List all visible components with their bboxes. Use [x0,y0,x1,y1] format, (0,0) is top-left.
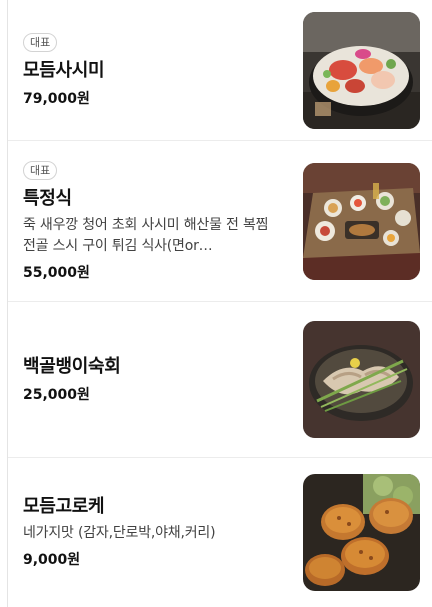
menu-price: 79,000원 [23,91,90,107]
menu-photo-sashimi[interactable] [303,11,420,129]
menu-name: 백골뱅이숙회 [23,355,121,377]
course-meal-table-photo [303,162,420,280]
menu-name: 특정식 [23,188,72,209]
menu-info: 대표 모듬사시미 79,000원 [23,31,303,109]
menu-list: 대표 모듬사시미 79,000원 대표 특정식 죽 새우깡 청어 초회 사시미 … [8,0,432,607]
menu-item-whelk[interactable]: 백골뱅이숙회 25,000원 [8,302,432,458]
signature-badge: 대표 [23,33,58,52]
menu-price: 25,000원 [23,386,90,403]
menu-price: 55,000원 [23,265,90,281]
sashimi-platter-photo [303,11,420,129]
menu-name: 모듬고로케 [23,496,105,517]
menu-info: 모듬고로케 네가지맛 (감자,단로박,야채,커리) 9,000원 [23,495,303,570]
menu-item-sashimi[interactable]: 대표 모듬사시미 79,000원 [8,0,432,141]
menu-photo-whelk[interactable] [303,321,420,438]
whelk-dish-photo [303,321,420,438]
menu-description: 네가지맛 (감자,단로박,야채,커리) [23,525,216,541]
menu-price: 9,000원 [23,552,81,568]
signature-badge: 대표 [23,161,58,180]
croquette-plate-photo [303,474,420,591]
menu-photo-croquette[interactable] [303,474,420,591]
menu-item-croquette[interactable]: 모듬고로케 네가지맛 (감자,단로박,야채,커리) 9,000원 [8,458,432,607]
menu-item-special-course[interactable]: 대표 특정식 죽 새우깡 청어 초회 사시미 해산물 전 복찜 전골 스시 구이… [8,141,432,302]
menu-photo-special-course[interactable] [303,162,420,280]
menu-info: 대표 특정식 죽 새우깡 청어 초회 사시미 해산물 전 복찜 전골 스시 구이… [23,159,303,283]
menu-info: 백골뱅이숙회 25,000원 [23,355,303,405]
menu-name: 모듬사시미 [23,60,105,81]
menu-description: 죽 새우깡 청어 초회 사시미 해산물 전 복찜 전골 스시 구이 튀김 식사(… [23,217,269,254]
